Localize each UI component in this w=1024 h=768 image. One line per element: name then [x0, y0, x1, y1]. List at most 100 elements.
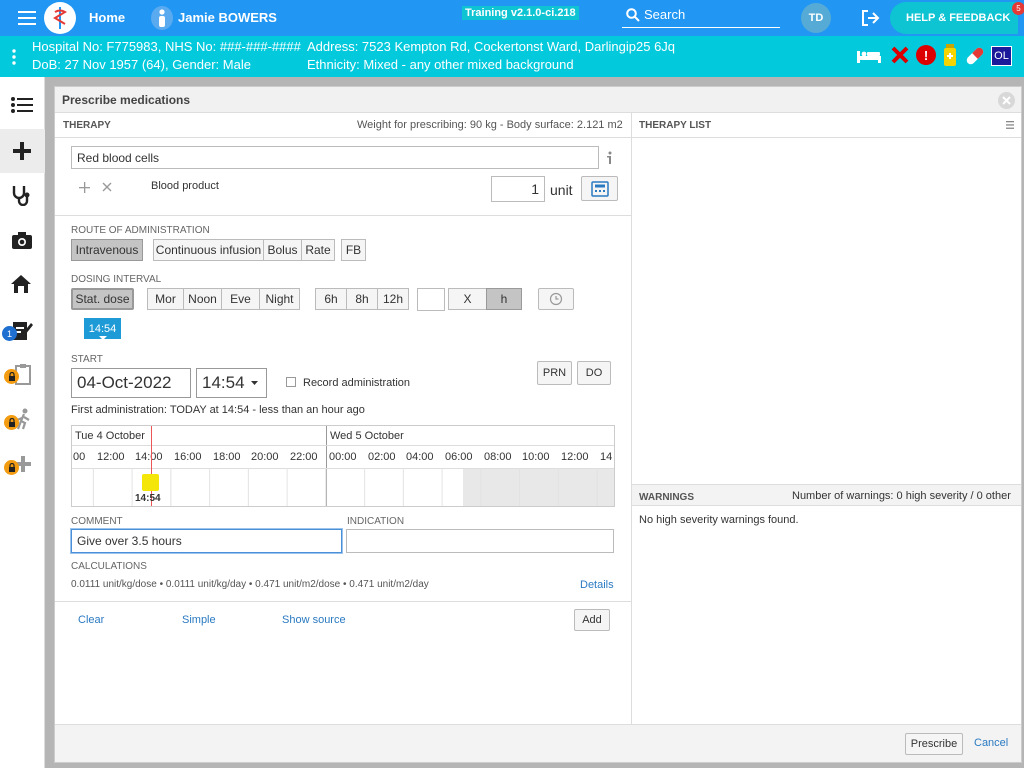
start-time-value: 14:54: [202, 373, 245, 392]
comment-input[interactable]: Give over 3.5 hours: [71, 529, 342, 553]
start-date-input[interactable]: 04-Oct-2022: [71, 368, 191, 398]
lock-icon: [4, 369, 19, 384]
modal-footer: [55, 724, 1021, 762]
logout-icon[interactable]: [860, 8, 882, 28]
warnings-header: WARNINGS: [639, 492, 694, 503]
stat-dose-button[interactable]: Stat. dose: [71, 288, 134, 310]
interval-6h[interactable]: 6h: [315, 288, 347, 310]
patient-bar: Hospital No: F775983, NHS No: ###-###-##…: [0, 36, 1024, 77]
add-icon[interactable]: [10, 139, 34, 163]
prescribe-button[interactable]: Prescribe: [905, 733, 963, 755]
timeline-hour: 06:00: [445, 451, 473, 463]
start-time-select[interactable]: 14:54: [196, 368, 267, 398]
timeline-hour: 12:00: [97, 451, 125, 463]
interval-morning[interactable]: Mor: [147, 288, 184, 310]
column-divider: [631, 113, 632, 724]
route-intravenous[interactable]: Intravenous: [71, 239, 143, 261]
dose-unit: unit: [550, 182, 573, 198]
cancel-link[interactable]: Cancel: [974, 737, 1008, 749]
timeline-day2: Wed 5 October: [330, 430, 404, 442]
timeline-hour: 18:00: [213, 451, 241, 463]
menu-icon[interactable]: [17, 9, 37, 27]
weight-info: Weight for prescribing: 90 kg - Body sur…: [357, 119, 623, 131]
stethoscope-icon[interactable]: [9, 183, 33, 207]
dose-marker-time: 14:54: [135, 493, 161, 504]
calculations-label: CALCULATIONS: [71, 561, 147, 572]
patient-hospital-no: Hospital No: F775983, NHS No: ###-###-##…: [32, 39, 301, 54]
search-label: Search: [644, 7, 686, 22]
timeline-day1: Tue 4 October: [75, 430, 145, 442]
bed-icon[interactable]: [855, 45, 883, 65]
custom-interval-input[interactable]: [417, 288, 445, 311]
route-group: Intravenous Continuous infusion Bolus Ra…: [71, 239, 366, 261]
remove-x-icon[interactable]: [100, 180, 114, 194]
day-times-group: Mor Noon Eve Night: [147, 288, 300, 310]
interval-x-button[interactable]: X: [448, 288, 487, 310]
pill-icon[interactable]: [963, 45, 987, 67]
schedule-clock-button[interactable]: [538, 288, 574, 310]
nav-count-badge: 1: [2, 326, 17, 341]
left-navigation: 1: [0, 77, 45, 768]
app-logo[interactable]: [44, 2, 76, 34]
more-vert-icon[interactable]: [8, 47, 20, 67]
dose-marker[interactable]: [142, 474, 159, 491]
patient-dob: DoB: 27 Nov 1957 (64), Gender: Male: [32, 57, 251, 72]
details-link[interactable]: Details: [580, 579, 614, 591]
lock-icon: [4, 460, 19, 475]
route-fb[interactable]: FB: [341, 239, 366, 261]
calculator-button[interactable]: [581, 176, 618, 201]
list-menu-icon[interactable]: [1005, 120, 1015, 130]
timeline-hour: 00: [73, 451, 86, 463]
indication-input[interactable]: [346, 529, 614, 553]
route-continuous-infusion[interactable]: Continuous infusion: [153, 239, 264, 261]
patient-address: Address: 7523 Kempton Rd, Cockertonst Wa…: [307, 39, 676, 54]
route-rate[interactable]: Rate: [301, 239, 335, 261]
therapy-header: THERAPY: [63, 120, 111, 131]
timeline-hour: 04:00: [406, 451, 434, 463]
record-admin-label: Record administration: [303, 377, 410, 389]
search-box[interactable]: Search: [622, 3, 780, 28]
timeline-hour: 08:00: [484, 451, 512, 463]
close-icon[interactable]: [998, 92, 1015, 109]
build-version: Training v2.1.0-ci.218: [462, 6, 579, 20]
info-icon[interactable]: [604, 150, 616, 166]
interval-night[interactable]: Night: [259, 288, 300, 310]
notification-badge: 5: [1012, 2, 1024, 15]
timeline-hour: 22:00: [290, 451, 318, 463]
clock-icon: [549, 292, 563, 306]
prescribe-modal: Prescribe medications THERAPY Weight for…: [54, 86, 1022, 763]
medication-search-input[interactable]: Red blood cells: [71, 146, 599, 169]
home-link[interactable]: Home: [89, 10, 125, 25]
dose-input[interactable]: 1: [491, 176, 545, 202]
list-icon[interactable]: [9, 94, 35, 116]
user-avatar[interactable]: TD: [801, 3, 831, 33]
help-feedback-label: HELP & FEEDBACK: [906, 12, 1011, 24]
camera-icon[interactable]: [10, 229, 34, 251]
interval-h-button[interactable]: h: [486, 288, 522, 310]
simple-link[interactable]: Simple: [182, 614, 216, 626]
record-admin-checkbox[interactable]: [286, 377, 296, 387]
home-icon[interactable]: [9, 272, 33, 296]
medication-bottle-icon[interactable]: [942, 43, 958, 67]
interval-evening[interactable]: Eve: [221, 288, 260, 310]
add-plus-icon[interactable]: [77, 180, 91, 194]
divider: [55, 601, 631, 602]
patient-name[interactable]: Jamie BOWERS: [178, 10, 277, 25]
warnings-text: No high severity warnings found.: [639, 514, 799, 526]
modal-title: Prescribe medications: [62, 93, 191, 107]
clear-link[interactable]: Clear: [78, 614, 104, 626]
interval-label: DOSING INTERVAL: [71, 274, 162, 285]
interval-8h[interactable]: 8h: [346, 288, 378, 310]
prn-button[interactable]: PRN: [537, 361, 572, 385]
interval-12h[interactable]: 12h: [377, 288, 409, 310]
alert-icon[interactable]: !: [916, 45, 936, 65]
dnr-x-icon[interactable]: [890, 45, 910, 65]
ol-badge[interactable]: OL: [991, 46, 1012, 66]
first-administration-text: First administration: TODAY at 14:54 - l…: [71, 404, 365, 416]
custom-interval-group: X h: [448, 288, 522, 310]
add-button[interactable]: Add: [574, 609, 610, 631]
do-button[interactable]: DO: [577, 361, 611, 385]
interval-noon[interactable]: Noon: [183, 288, 222, 310]
show-source-link[interactable]: Show source: [282, 614, 346, 626]
route-bolus[interactable]: Bolus: [263, 239, 302, 261]
